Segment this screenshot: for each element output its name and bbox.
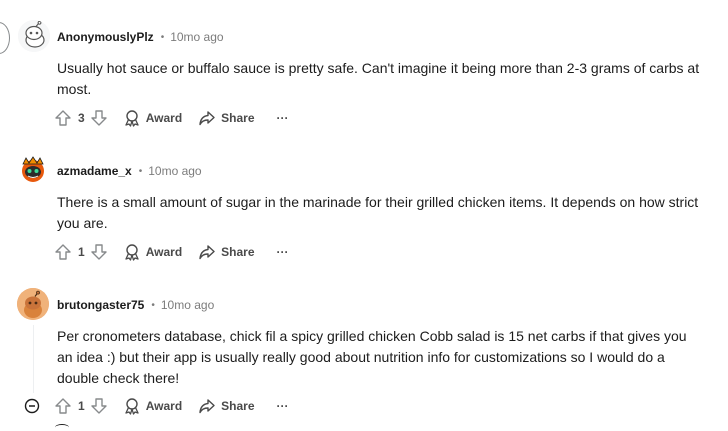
username[interactable]: AnonymouslyPlz xyxy=(57,30,154,44)
share-icon xyxy=(199,399,215,414)
share-icon xyxy=(199,245,215,260)
comment-meta: AnonymouslyPlz • 10mo ago xyxy=(57,27,224,47)
share-icon xyxy=(199,111,215,126)
downvote-arrow-icon xyxy=(90,398,107,414)
share-label: Share xyxy=(221,111,255,125)
upvote-arrow-icon xyxy=(55,398,71,414)
snoo-avatar-icon xyxy=(17,154,49,186)
comment-body: Usually hot sauce or buffalo sauce is pr… xyxy=(57,60,700,97)
downvote-button[interactable] xyxy=(89,108,109,128)
award-label: Award xyxy=(145,399,183,413)
next-comment-avatar-edge xyxy=(55,424,69,431)
username[interactable]: azmadame_x xyxy=(57,164,132,178)
vote-count: 3 xyxy=(78,111,85,125)
snoo-avatar-icon xyxy=(18,20,50,52)
upvote-button[interactable] xyxy=(53,396,73,416)
share-label: Share xyxy=(221,399,255,413)
award-label: Award xyxy=(145,245,183,259)
comment-body: Per cronometers database, chick fil a sp… xyxy=(57,328,687,386)
downvote-arrow-icon xyxy=(90,244,107,260)
previous-comment-edge xyxy=(0,22,10,54)
share-button[interactable]: Share xyxy=(198,397,255,415)
award-label: Award xyxy=(145,111,183,125)
comment-actions: 1 Award Share ··· xyxy=(53,394,289,418)
comment-body: There is a small amount of sugar in the … xyxy=(57,194,699,231)
separator-dot: • xyxy=(160,31,165,43)
downvote-button[interactable] xyxy=(89,396,109,416)
more-options-button[interactable]: ··· xyxy=(277,245,289,259)
downvote-arrow-icon xyxy=(90,110,107,126)
award-icon xyxy=(125,110,139,127)
thread-line[interactable] xyxy=(33,325,34,393)
separator-dot: • xyxy=(138,165,143,177)
upvote-button[interactable] xyxy=(53,242,73,262)
upvote-arrow-icon xyxy=(55,110,71,126)
vote-count: 1 xyxy=(78,399,85,413)
timestamp[interactable]: 10mo ago xyxy=(148,164,201,178)
collapse-thread-button[interactable] xyxy=(24,398,40,414)
separator-dot: • xyxy=(151,299,155,311)
award-icon xyxy=(125,244,139,261)
share-button[interactable]: Share xyxy=(198,109,255,127)
comment-actions: 3 Award Share ··· xyxy=(53,106,289,130)
award-button[interactable]: Award xyxy=(123,397,182,415)
timestamp[interactable]: 10mo ago xyxy=(161,298,214,312)
avatar[interactable] xyxy=(17,288,49,320)
timestamp[interactable]: 10mo ago xyxy=(170,30,223,44)
upvote-arrow-icon xyxy=(55,244,71,260)
comment-actions: 1 Award Share ··· xyxy=(53,240,289,264)
share-button[interactable]: Share xyxy=(198,243,255,261)
collapse-minus-icon xyxy=(24,398,40,414)
upvote-button[interactable] xyxy=(53,108,73,128)
comment-meta: brutongaster75 • 10mo ago xyxy=(57,295,214,315)
award-icon xyxy=(125,398,139,415)
comment-meta: azmadame_x • 10mo ago xyxy=(57,161,202,181)
username[interactable]: brutongaster75 xyxy=(57,298,144,312)
vote-count: 1 xyxy=(78,245,85,259)
share-label: Share xyxy=(221,245,255,259)
more-options-button[interactable]: ··· xyxy=(277,111,289,125)
snoo-avatar-icon xyxy=(17,288,49,320)
avatar[interactable] xyxy=(18,20,50,52)
downvote-button[interactable] xyxy=(89,242,109,262)
award-button[interactable]: Award xyxy=(123,109,182,127)
award-button[interactable]: Award xyxy=(123,243,182,261)
more-options-button[interactable]: ··· xyxy=(277,399,289,413)
avatar[interactable] xyxy=(17,154,49,186)
